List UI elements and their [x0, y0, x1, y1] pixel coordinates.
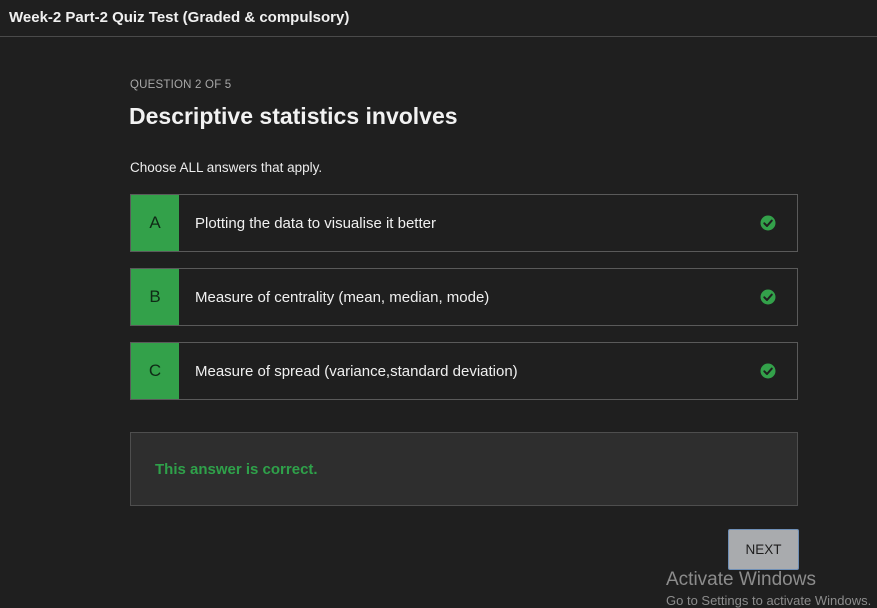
check-circle-icon	[760, 215, 776, 231]
question-title: Descriptive statistics involves	[129, 103, 458, 129]
check-circle-icon	[760, 363, 776, 379]
answer-option-b[interactable]: B Measure of centrality (mean, median, m…	[130, 268, 798, 326]
question-counter: QUESTION 2 OF 5	[130, 79, 232, 91]
option-label: Measure of spread (variance,standard dev…	[195, 362, 518, 380]
option-letter: B	[131, 269, 179, 325]
question-instruction: Choose ALL answers that apply.	[130, 160, 323, 175]
activate-windows-title: Activate Windows	[666, 569, 816, 590]
option-letter: C	[131, 343, 179, 399]
answer-option-a[interactable]: A Plotting the data to visualise it bett…	[130, 194, 798, 252]
option-letter: A	[131, 195, 179, 251]
feedback-panel: This answer is correct.	[130, 432, 798, 506]
feedback-message: This answer is correct.	[155, 461, 318, 478]
next-button[interactable]: NEXT	[728, 529, 799, 570]
option-label: Plotting the data to visualise it better	[195, 214, 436, 232]
answer-option-c[interactable]: C Measure of spread (variance,standard d…	[130, 342, 798, 400]
quiz-title: Week-2 Part-2 Quiz Test (Graded & compul…	[9, 9, 350, 26]
top-bar: Week-2 Part-2 Quiz Test (Graded & compul…	[0, 0, 877, 37]
activate-windows-subtitle: Go to Settings to activate Windows.	[666, 593, 872, 608]
option-label: Measure of centrality (mean, median, mod…	[195, 288, 490, 306]
check-circle-icon	[760, 289, 776, 305]
